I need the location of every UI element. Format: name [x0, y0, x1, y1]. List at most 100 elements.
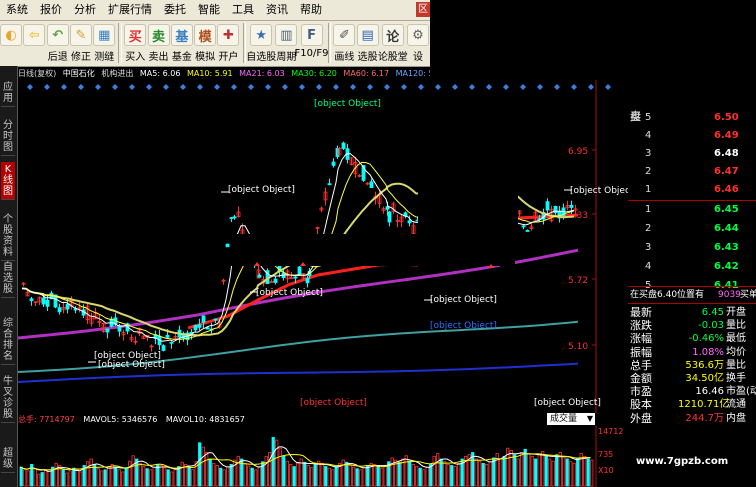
toolbar-button-open-account[interactable]: ✚ 开户 — [217, 21, 240, 65]
book-divider — [628, 200, 756, 201]
volume-bar — [499, 458, 503, 487]
toolbar-button-forum[interactable]: 论论股堂 — [378, 21, 408, 65]
toolbar-button-sell[interactable]: 卖卖出 — [147, 21, 170, 65]
left-tab-7[interactable]: 超级 — [1, 446, 15, 473]
toolbar-button-correct[interactable]: ✎ 修正 — [69, 21, 92, 65]
sell-row[interactable]: 4 6.49 — [628, 128, 756, 143]
toolbar-button-f10[interactable]: F F10/F9 — [295, 21, 329, 65]
volume-bar — [61, 469, 65, 487]
volume-bar — [310, 467, 314, 487]
toolbar-button-arrow-left[interactable]: ⇦ — [23, 21, 46, 65]
volume-bar — [149, 469, 153, 487]
left-tab-2[interactable]: K线图 — [1, 162, 15, 200]
window-control-button[interactable]: 区 — [416, 2, 430, 17]
menu-item-analysis[interactable]: 分析 — [68, 0, 102, 20]
toolbar-button-fund[interactable]: 基基金 — [170, 21, 193, 65]
toolbar-label: 画线 — [334, 52, 355, 63]
toolbar-button-back[interactable]: ↶ 后退 — [46, 21, 69, 65]
left-tab-4[interactable]: 自选股 — [1, 260, 15, 298]
sell-level: 5 — [645, 112, 652, 123]
menu-item-tools[interactable]: 工具 — [226, 0, 260, 20]
volume-bar — [128, 460, 132, 487]
stat-label-right: 换手 — [726, 373, 746, 384]
volume-bar — [327, 467, 331, 487]
volume-bar — [331, 469, 335, 487]
volume-bar — [481, 462, 485, 487]
menu-item-help[interactable]: 帮助 — [294, 0, 328, 20]
sell-row[interactable]: 2 6.47 — [628, 164, 756, 179]
event-diamond-icon — [537, 84, 543, 90]
candle-body — [369, 181, 374, 188]
sell-level: 1 — [645, 184, 652, 195]
left-tab-6[interactable]: 牛叉诊股 — [1, 374, 15, 423]
toolbar-button-buy[interactable]: 买买入 — [124, 21, 147, 65]
buy-row[interactable]: 4 6.42 — [628, 259, 756, 274]
toolbar-label: 周期 — [276, 52, 297, 63]
volume-bar — [275, 439, 279, 487]
stat-label-right: 开盘 — [726, 307, 746, 318]
menu-item-news[interactable]: 资讯 — [260, 0, 294, 20]
volume-bar — [348, 465, 352, 487]
event-diamond-icon — [112, 84, 118, 90]
candle-body — [273, 278, 278, 283]
sell-row[interactable]: 5 6.50 — [628, 110, 756, 125]
event-diamond-icon — [333, 84, 339, 90]
volume-bar — [523, 448, 527, 487]
sell-row[interactable]: 3 6.48 — [628, 146, 756, 161]
toolbar-button-settings[interactable]: ⚙ 设 — [406, 21, 429, 65]
fund-icon: 基 — [170, 24, 193, 46]
mavol10-value: MAVOL10: 4831657 — [165, 415, 245, 424]
menu-item-trade[interactable]: 委托 — [158, 0, 192, 20]
candle-body — [387, 211, 392, 223]
volume-bar — [163, 467, 167, 487]
volume-bar — [306, 465, 310, 487]
candle-body — [45, 299, 50, 307]
volume-bar — [558, 452, 562, 487]
menu-item-quote[interactable]: 报价 — [34, 0, 68, 20]
buy-row[interactable]: 2 6.44 — [628, 221, 756, 236]
candle-body — [293, 276, 298, 279]
toolbar-button-stock-select[interactable]: ▤ 选股 — [356, 21, 379, 65]
toolbar-button-simulate[interactable]: 模模拟 — [194, 21, 217, 65]
buy-row[interactable]: 1 6.45 — [628, 202, 756, 217]
sell-level: 2 — [645, 166, 652, 177]
event-diamond-icon — [231, 84, 237, 90]
menu-item-smart[interactable]: 智能 — [192, 0, 226, 20]
volume-bar — [124, 467, 128, 487]
candle-body — [197, 324, 202, 328]
menu-item-system[interactable]: 系统 — [0, 0, 34, 20]
sell-row[interactable]: 1 6.46 — [628, 182, 756, 197]
toolbar-button-draw-line[interactable]: ✐ 画线 — [333, 21, 356, 65]
book-divider — [628, 286, 756, 287]
event-diamond-icon — [265, 84, 271, 90]
volume-chart[interactable]: 14712 735 X10 — [18, 426, 628, 487]
toolbar-button-measure[interactable]: ▦ 测缝 — [93, 21, 116, 65]
volume-bar — [208, 458, 212, 487]
toolbar-label: 自选股 — [246, 52, 277, 63]
stock-name: 中国石化 — [62, 69, 95, 78]
menu-item-extended[interactable]: 扩展行情 — [102, 0, 158, 20]
event-diamond-icon — [146, 84, 152, 90]
toolbar-label: 设 — [412, 52, 423, 63]
left-tab-0[interactable]: 应用 — [1, 80, 15, 107]
f10-icon: F — [300, 24, 323, 46]
indicator-select[interactable]: 成交量 ▼ — [547, 413, 595, 425]
candle-body — [327, 183, 332, 186]
left-tab-1[interactable]: 分时图 — [1, 118, 15, 156]
stat-label: 股本 — [630, 398, 652, 412]
left-tab-5[interactable]: 综合排名 — [1, 316, 15, 365]
settings-icon: ⚙ — [406, 24, 429, 46]
indicator-name[interactable]: 机构进出 — [101, 69, 133, 78]
indicator-select-value: 成交量 — [550, 414, 578, 424]
period-label[interactable]: 日线(复权) — [18, 69, 56, 78]
toolbar-button-palette[interactable]: ◐ — [0, 21, 23, 65]
kline-chart[interactable]: 6.956.335.725.10[object Object][object O… — [18, 80, 628, 413]
volume-bar — [551, 460, 555, 487]
queue-tag: 买单 — [740, 289, 756, 302]
buy-row[interactable]: 3 6.43 — [628, 240, 756, 255]
left-tab-3[interactable]: 个股资料 — [1, 212, 15, 261]
event-diamond-icon — [571, 84, 577, 90]
event-diamond-icon — [520, 84, 526, 90]
toolbar-button-watchlist[interactable]: ★ 自选股 — [246, 21, 277, 65]
volume-bar — [397, 461, 401, 487]
